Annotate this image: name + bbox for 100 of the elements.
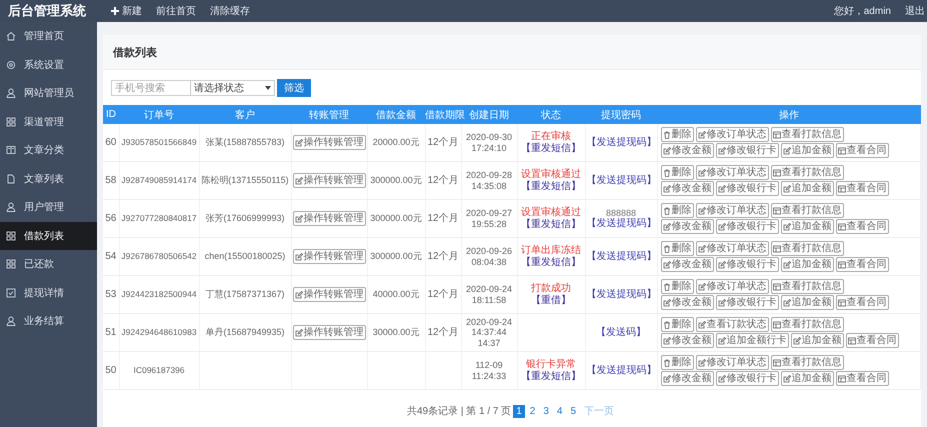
send-code-link[interactable]: 【发送提现码】 xyxy=(586,364,656,376)
action-button[interactable]: 修改银行卡 xyxy=(716,143,778,158)
action-button[interactable]: 追加金额 xyxy=(780,181,834,196)
search-field[interactable]: 手机号搜索 xyxy=(111,80,191,96)
toolbar-link[interactable]: 前往首页 xyxy=(156,4,196,18)
logout-link[interactable]: 退出 xyxy=(905,4,925,18)
transfer-button[interactable]: 操作转账管理 xyxy=(292,135,366,150)
resend-sms-link[interactable]: 【重发短信】 xyxy=(521,180,581,192)
action-button[interactable]: 查看打款信息 xyxy=(770,165,844,180)
send-code-link[interactable]: 【发送提现码】 xyxy=(586,136,656,148)
toolbar-link[interactable]: 新建 xyxy=(111,4,142,18)
transfer-button[interactable]: 操作转账管理 xyxy=(292,211,366,226)
action-button[interactable]: 删除 xyxy=(660,203,694,218)
action-button[interactable]: 查看合同 xyxy=(836,143,888,158)
action-button[interactable]: 查看合同 xyxy=(846,333,898,348)
loan-term: 12个月 xyxy=(427,250,459,262)
action-button[interactable]: 查看打款信息 xyxy=(770,241,844,256)
file-icon xyxy=(6,174,16,184)
action-button[interactable]: 追加金额 xyxy=(780,295,834,310)
action-button[interactable]: 修改银行卡 xyxy=(716,219,778,234)
resend-sms-link[interactable]: 【重发短信】 xyxy=(521,256,581,268)
action-button[interactable]: 追加金额 xyxy=(790,333,844,348)
action-button[interactable]: 修改订单状态 xyxy=(696,279,768,294)
sidebar-item[interactable]: 文章列表 xyxy=(0,164,97,193)
toolbar-link[interactable]: 清除缓存 xyxy=(210,4,250,18)
send-code-link[interactable]: 【发送提现码】 xyxy=(586,250,656,262)
action-button[interactable]: 修改金额 xyxy=(660,219,714,234)
action-button[interactable]: 查看打款信息 xyxy=(770,279,844,294)
page-link[interactable]: 4 xyxy=(554,404,566,418)
sidebar-item[interactable]: 用户管理 xyxy=(0,193,97,222)
action-button[interactable]: 追加金额 xyxy=(780,143,834,158)
sidebar-item[interactable]: 业务结算 xyxy=(0,307,97,336)
sidebar-item[interactable]: 提现详情 xyxy=(0,278,97,307)
sidebar-item[interactable]: 网站管理员 xyxy=(0,79,97,108)
filter-button[interactable]: 筛选 xyxy=(277,79,311,97)
action-button[interactable]: 删除 xyxy=(660,279,694,294)
action-button[interactable]: 追加金额 xyxy=(780,257,834,272)
page-link[interactable]: 3 xyxy=(540,404,552,418)
action-button[interactable]: 修改银行卡 xyxy=(716,181,778,196)
column-header: 订单号 xyxy=(119,105,199,124)
send-code-link[interactable]: 【发送码】 xyxy=(596,326,646,338)
order-number: J927077280840817 xyxy=(121,212,197,223)
sidebar-item[interactable]: 文章分类 xyxy=(0,136,97,164)
status-select[interactable]: 请选择状态 xyxy=(191,80,275,96)
resend-sms-link[interactable]: 【重发短信】 xyxy=(521,370,581,382)
action-button[interactable]: 删除 xyxy=(660,355,694,370)
action-button[interactable]: 查看打款信息 xyxy=(770,203,844,218)
action-button[interactable]: 修改银行卡 xyxy=(716,371,778,386)
send-code-link[interactable]: 【发送提现码】 xyxy=(586,218,656,229)
action-button[interactable]: 修改订单状态 xyxy=(696,241,768,256)
action-button[interactable]: 查看合同 xyxy=(836,257,888,272)
page-link[interactable]: 5 xyxy=(567,404,580,418)
edit-icon xyxy=(782,298,790,306)
edit-icon xyxy=(698,358,706,366)
action-button[interactable]: 删除 xyxy=(660,241,694,256)
created-date: 2020-09-28 14:35:08 xyxy=(464,170,514,191)
resend-sms-link[interactable]: 【重发短信】 xyxy=(521,142,581,154)
sidebar-item[interactable]: 管理首页 xyxy=(0,22,97,50)
sidebar-item[interactable]: 借款列表 xyxy=(0,222,97,250)
action-button[interactable]: 查看订款状态 xyxy=(696,317,768,332)
transfer-button[interactable]: 操作转账管理 xyxy=(292,287,366,302)
action-button[interactable]: 修改金额 xyxy=(660,181,714,196)
action-button[interactable]: 修改银行卡 xyxy=(716,257,778,272)
action-button[interactable]: 修改订单状态 xyxy=(696,165,768,180)
action-button[interactable]: 删除 xyxy=(660,317,694,332)
action-button[interactable]: 查看打款信息 xyxy=(770,317,844,332)
send-code-link[interactable]: 【发送提现码】 xyxy=(586,174,656,186)
action-button[interactable]: 修改订单状态 xyxy=(696,127,768,142)
action-button[interactable]: 修改金额 xyxy=(660,257,714,272)
amount: 300000.00元 xyxy=(370,212,422,223)
sidebar-item[interactable]: 已还款 xyxy=(0,250,97,278)
action-button[interactable]: 修改订单状态 xyxy=(696,355,768,370)
action-button[interactable]: 修改金额 xyxy=(660,295,714,310)
page-link[interactable]: 1 xyxy=(513,404,525,418)
action-button[interactable]: 查看打款信息 xyxy=(770,355,844,370)
page-link[interactable]: 2 xyxy=(526,404,538,418)
action-button[interactable]: 删除 xyxy=(660,165,694,180)
resend-sms-link[interactable]: 【重发短信】 xyxy=(521,218,581,230)
action-button[interactable]: 查看合同 xyxy=(836,371,888,386)
action-button[interactable]: 修改金额 xyxy=(660,333,714,348)
transfer-button[interactable]: 操作转账管理 xyxy=(292,249,366,264)
edit-icon xyxy=(662,184,670,192)
action-button[interactable]: 修改订单状态 xyxy=(696,203,768,218)
action-button[interactable]: 查看合同 xyxy=(836,181,888,196)
send-code-link[interactable]: 【发送提现码】 xyxy=(586,288,656,300)
transfer-button[interactable]: 操作转账管理 xyxy=(292,325,366,340)
action-button[interactable]: 追加金额 xyxy=(780,371,834,386)
action-button[interactable]: 删除 xyxy=(660,127,694,142)
transfer-button[interactable]: 操作转账管理 xyxy=(292,173,366,188)
action-button[interactable]: 追加金额行卡 xyxy=(716,333,788,348)
action-button[interactable]: 修改金额 xyxy=(660,371,714,386)
sidebar-item[interactable]: 渠道管理 xyxy=(0,108,97,136)
action-button[interactable]: 查看合同 xyxy=(836,295,888,310)
action-button[interactable]: 查看合同 xyxy=(836,219,888,234)
action-button[interactable]: 查看打款信息 xyxy=(770,127,844,142)
sidebar-item[interactable]: 系统设置 xyxy=(0,50,97,79)
resend-sms-link[interactable]: 【重借】 xyxy=(531,294,571,306)
action-button[interactable]: 修改金额 xyxy=(660,143,714,158)
action-button[interactable]: 追加金额 xyxy=(780,219,834,234)
action-button[interactable]: 修改银行卡 xyxy=(716,295,778,310)
